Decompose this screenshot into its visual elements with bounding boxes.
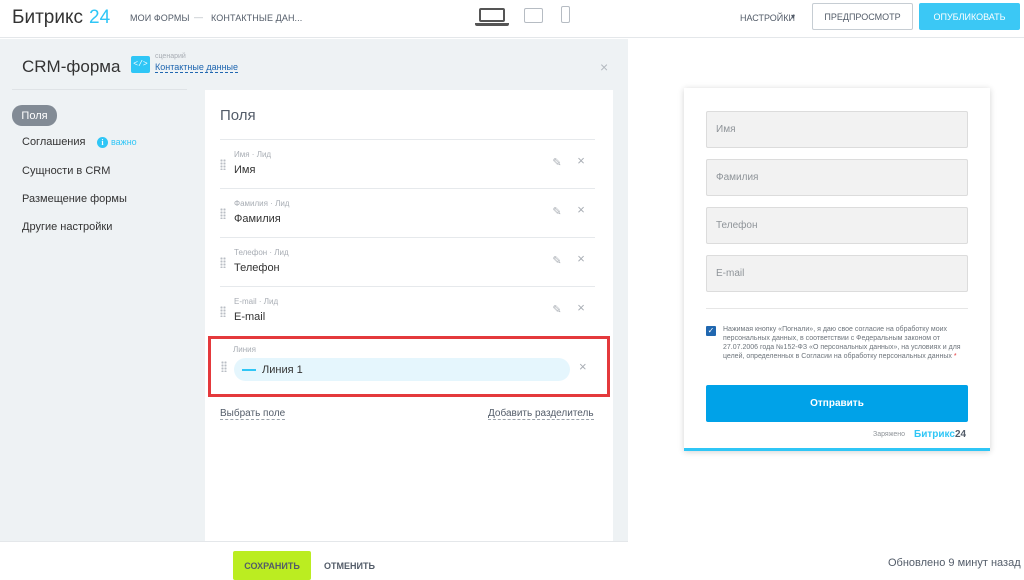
top-bar: Битрикс 24 МОИ ФОРМЫ — КОНТАКТНЫЕ ДАН... …: [0, 0, 1024, 38]
drag-handle-icon[interactable]: [220, 306, 226, 317]
scenario-link[interactable]: Контактные данные: [155, 62, 239, 73]
menu-item-agreements[interactable]: Соглашения: [22, 136, 86, 148]
code-icon: </>: [131, 56, 150, 73]
chevron-down-icon: ▾: [791, 12, 796, 21]
important-badge: важно: [111, 137, 137, 147]
powered-by-label: Заряжено: [873, 431, 906, 438]
breadcrumb-separator: —: [194, 12, 203, 22]
drag-handle-icon[interactable]: [220, 208, 226, 219]
drag-handle-icon[interactable]: [221, 361, 227, 372]
panel-title: CRM-форма: [22, 57, 121, 76]
submit-button[interactable]: Отправить: [706, 385, 968, 422]
drag-handle-icon[interactable]: [220, 257, 226, 268]
field-caption: Линия: [233, 345, 256, 354]
field-name: Телефон: [234, 262, 280, 274]
mobile-view-icon[interactable]: [561, 6, 570, 23]
updated-status: Обновлено 9 минут назад: [888, 557, 1021, 569]
preview-phone-input[interactable]: Телефон: [706, 207, 968, 244]
save-button[interactable]: СОХРАНИТЬ: [233, 551, 311, 580]
preview-last-name-input[interactable]: Фамилия: [706, 159, 968, 196]
tablet-view-icon[interactable]: [524, 8, 543, 23]
close-icon[interactable]: ×: [575, 301, 587, 314]
scenario-caption: сценарий: [155, 53, 186, 60]
field-caption: Фамилия · Лид: [234, 199, 290, 208]
pencil-icon[interactable]: ✎: [551, 255, 563, 267]
field-caption: Имя · Лид: [234, 150, 272, 159]
bitrix24-logo[interactable]: Битрикс 24: [12, 7, 110, 29]
preview-email-input[interactable]: E-mail: [706, 255, 968, 292]
preview-first-name-input[interactable]: Имя: [706, 111, 968, 148]
cancel-button[interactable]: ОТМЕНИТЬ: [324, 561, 375, 571]
bottom-action-bar: СОХРАНИТЬ ОТМЕНИТЬ: [0, 541, 628, 580]
menu-item-fields[interactable]: Поля: [12, 105, 57, 126]
add-separator-link[interactable]: Добавить разделитель: [488, 408, 594, 420]
breadcrumb-contact-data[interactable]: КОНТАКТНЫЕ ДАН...: [211, 13, 302, 23]
info-icon: i: [97, 137, 108, 148]
field-name: Линия 1: [262, 363, 303, 376]
crm-form-panel: CRM-форма </> сценарий Контактные данные…: [0, 39, 628, 580]
consent-checkbox[interactable]: ✓: [706, 326, 716, 336]
line-name-pill[interactable]: Линия 1: [234, 358, 570, 381]
field-name: Фамилия: [234, 213, 281, 225]
field-row-first-name[interactable]: Имя · Лид Имя ✎ ×: [220, 139, 595, 188]
field-caption: E-mail · Лид: [234, 297, 279, 306]
drag-handle-icon[interactable]: [220, 159, 226, 170]
title-divider: [12, 89, 187, 90]
preview-divider: [706, 308, 968, 309]
form-preview: Имя Фамилия Телефон E-mail ✓ Нажимая кно…: [684, 88, 990, 451]
fields-card-title: Поля: [220, 107, 256, 124]
fields-card: Поля Имя · Лид Имя ✎ × Фамилия · Лид Фам…: [205, 90, 613, 580]
consent-text: Нажимая кнопку «Погнали», я даю свое сог…: [723, 326, 961, 360]
desktop-view-icon[interactable]: [475, 8, 509, 26]
select-field-link[interactable]: Выбрать поле: [220, 408, 286, 420]
preview-button[interactable]: ПРЕДПРОСМОТР: [812, 3, 913, 30]
pencil-icon[interactable]: ✎: [551, 157, 563, 169]
field-row-phone[interactable]: Телефон · Лид Телефон ✎ ×: [220, 237, 595, 286]
close-icon[interactable]: ×: [600, 59, 608, 75]
field-row-line-highlighted[interactable]: Линия Линия 1 ×: [208, 336, 610, 397]
settings-menu[interactable]: НАСТРОЙКИ: [740, 13, 795, 23]
field-name: E-mail: [234, 311, 266, 323]
close-icon[interactable]: ×: [579, 359, 587, 374]
field-caption: Телефон · Лид: [234, 248, 289, 257]
breadcrumb-my-forms[interactable]: МОИ ФОРМЫ: [130, 13, 190, 23]
separator-line-icon: [242, 368, 256, 371]
field-row-email[interactable]: E-mail · Лид E-mail ✎ ×: [220, 286, 595, 335]
pencil-icon[interactable]: ✎: [551, 304, 563, 316]
menu-item-crm-entities[interactable]: Сущности в CRM: [22, 165, 110, 177]
field-row-last-name[interactable]: Фамилия · Лид Фамилия ✎ ×: [220, 188, 595, 237]
close-icon[interactable]: ×: [575, 154, 587, 167]
bitrix24-powered-logo[interactable]: Битрикс24: [914, 429, 966, 440]
field-name: Имя: [234, 164, 256, 176]
menu-item-form-placement[interactable]: Размещение формы: [22, 193, 127, 205]
pencil-icon[interactable]: ✎: [551, 206, 563, 218]
publish-button[interactable]: ОПУБЛИКОВАТЬ: [919, 3, 1020, 30]
menu-item-other-settings[interactable]: Другие настройки: [22, 221, 112, 233]
close-icon[interactable]: ×: [575, 203, 587, 216]
close-icon[interactable]: ×: [575, 252, 587, 265]
